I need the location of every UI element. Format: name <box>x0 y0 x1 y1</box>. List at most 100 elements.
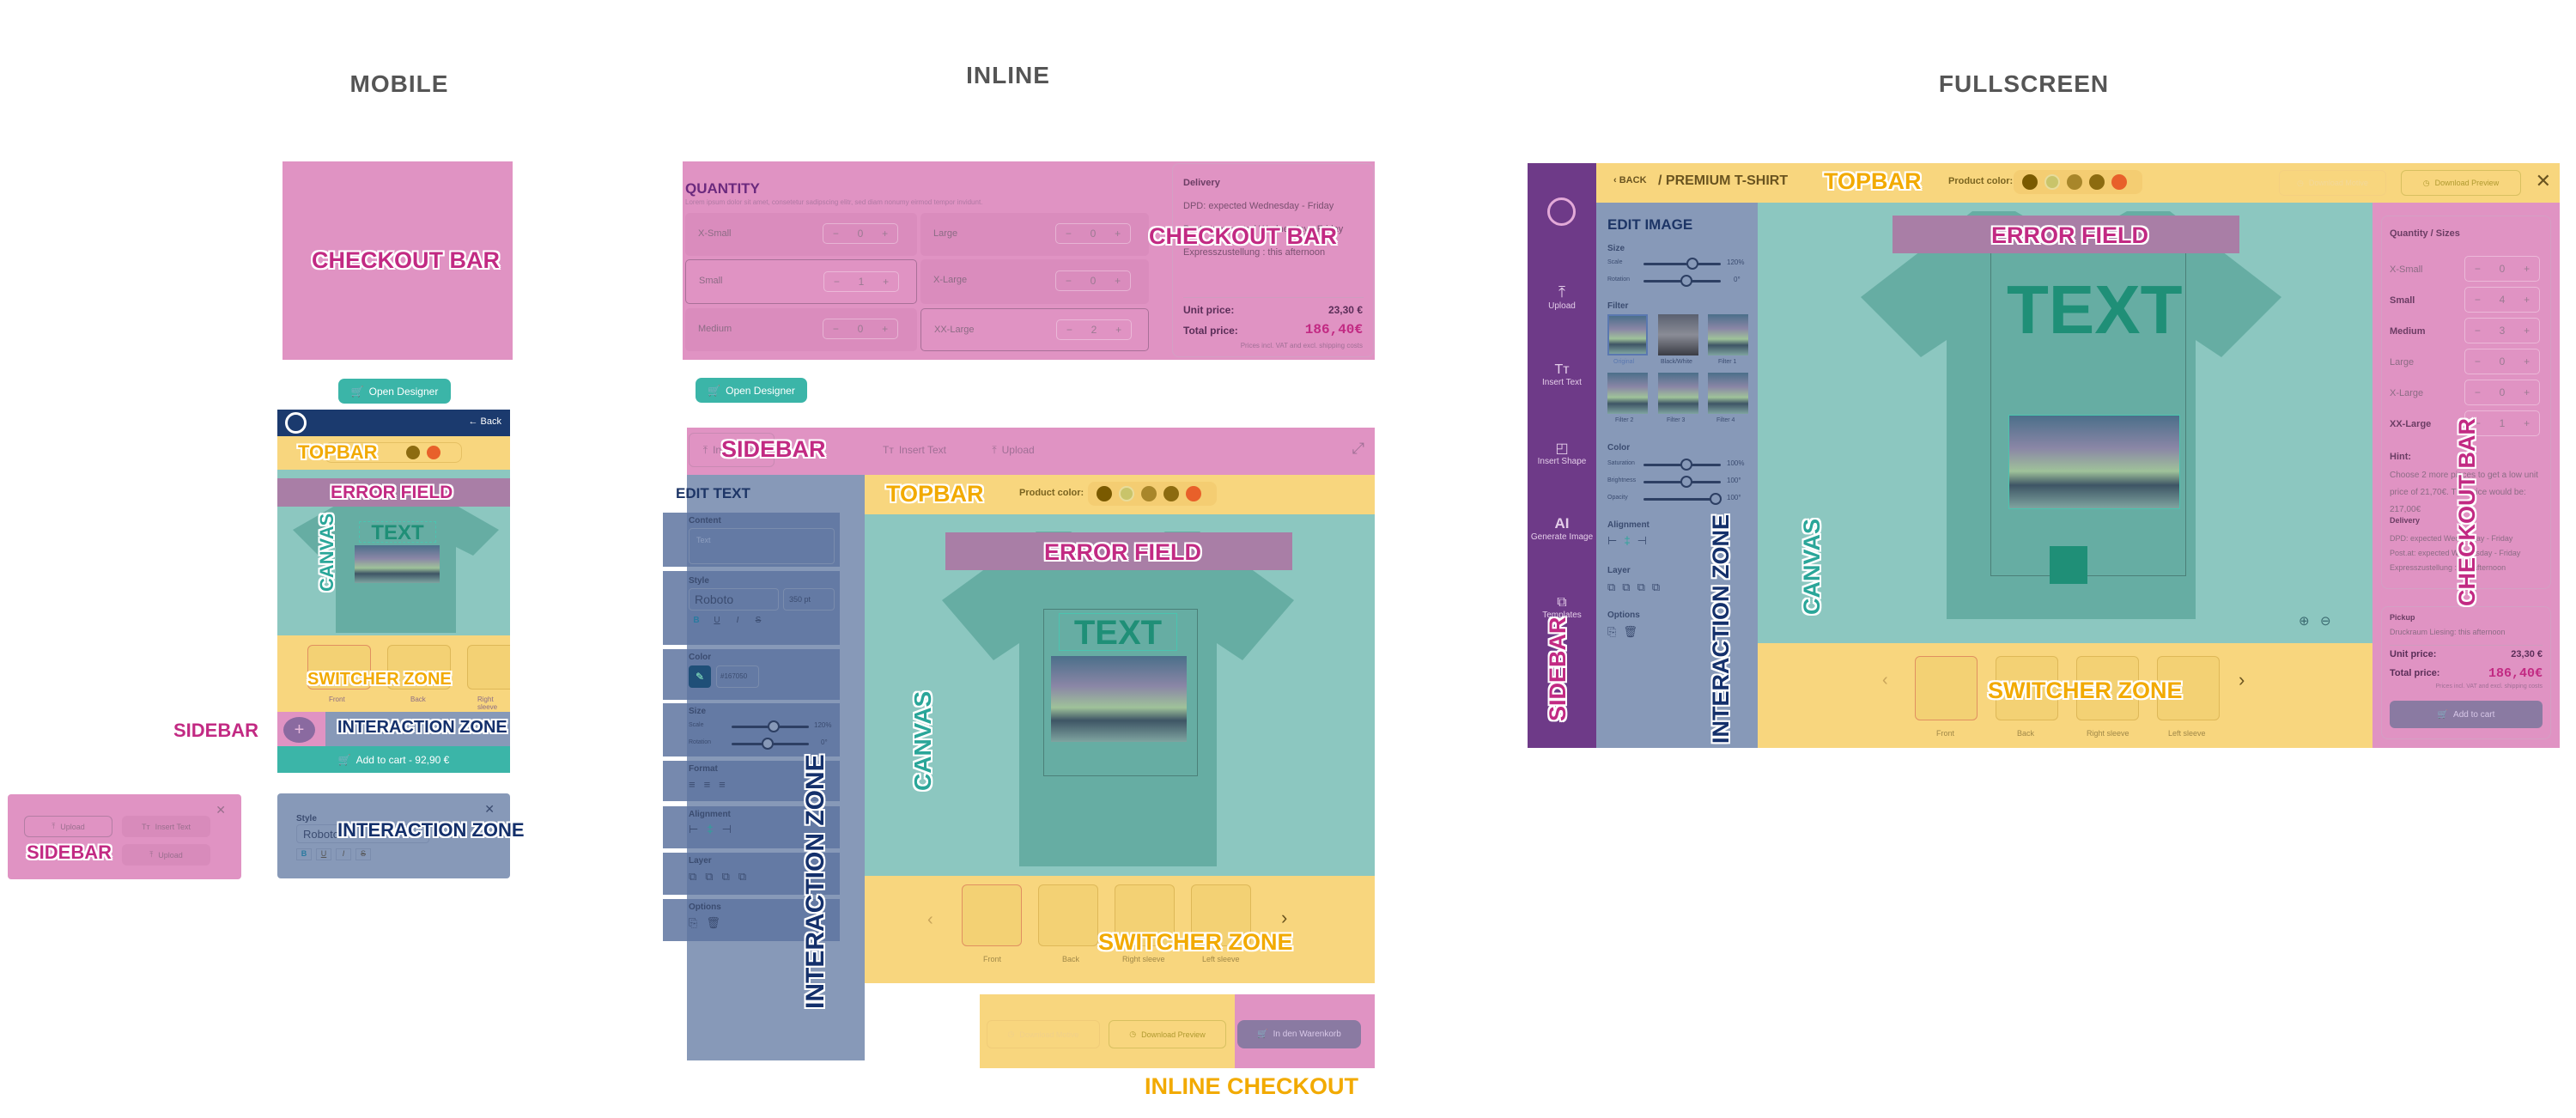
canvas-text-object[interactable]: TEXT <box>1059 613 1177 652</box>
canvas-text-object[interactable]: TEXT <box>359 521 436 544</box>
strikethrough-button[interactable]: S <box>355 848 371 860</box>
italic-button[interactable]: I <box>730 616 745 629</box>
insert-text-button[interactable]: Tт Insert Text <box>122 816 210 837</box>
next-arrow-icon[interactable]: › <box>2239 669 2245 691</box>
canvas-image-object[interactable] <box>1051 656 1187 742</box>
quantity-stepper[interactable]: −1 + <box>823 271 899 292</box>
view-thumb-back[interactable] <box>1038 884 1098 946</box>
sidebar-item-upload[interactable]: ⤒ Upload <box>1528 283 1596 311</box>
alignment-icons[interactable]: ⊢‡⊣ <box>1607 534 1654 548</box>
alignment-icons[interactable]: ⊢‡⊣ <box>689 823 740 836</box>
swatch[interactable] <box>2111 174 2127 190</box>
options-icons[interactable]: ⎘🗑 <box>689 916 729 930</box>
quantity-stepper[interactable]: −2 + <box>1056 319 1132 340</box>
underline-button[interactable]: U <box>709 616 725 629</box>
quantity-stepper[interactable]: −0 + <box>2464 349 2540 374</box>
filter-thumb-filter-4[interactable] <box>1708 373 1748 414</box>
italic-button[interactable]: I <box>336 848 351 860</box>
underline-button[interactable]: U <box>316 848 331 860</box>
swatch[interactable] <box>1097 486 1112 501</box>
prev-arrow-icon[interactable]: ‹ <box>1882 671 1888 690</box>
quantity-stepper[interactable]: −0 + <box>2464 380 2540 405</box>
content-input[interactable]: Text <box>689 528 835 564</box>
download-motive-button[interactable]: ◷ Download Motive <box>2279 170 2386 196</box>
font-select[interactable]: Roboto <box>689 588 779 611</box>
view-thumb-front[interactable] <box>962 884 1022 946</box>
view-thumb-right-sleeve[interactable] <box>467 645 510 690</box>
color-input[interactable]: #167050 <box>716 665 759 688</box>
quantity-stepper[interactable]: −0 + <box>1055 270 1131 291</box>
view-thumb-front[interactable] <box>1915 656 1978 720</box>
slider-handle[interactable] <box>1680 275 1692 287</box>
filter-thumb-filter-1[interactable] <box>1708 314 1748 355</box>
canvas-image-object[interactable] <box>355 545 440 583</box>
add-to-cart-button[interactable]: 🛒 In den Warenkorb <box>1237 1020 1361 1048</box>
sidebar-item-insert-text-2[interactable]: Tт Insert Text <box>872 436 957 464</box>
slider-handle[interactable] <box>768 720 780 732</box>
shape-icon: ◰ <box>1555 441 1569 456</box>
filter-thumb-black-white[interactable] <box>1658 314 1698 355</box>
canvas-text-object[interactable]: TEXT <box>2007 267 2182 353</box>
filter-thumb-filter-2[interactable] <box>1607 373 1648 414</box>
slider-handle[interactable] <box>1686 258 1698 270</box>
canvas-image-object[interactable] <box>2008 415 2180 509</box>
upload-button-2[interactable]: ⤒ Upload <box>122 844 210 866</box>
swatch[interactable] <box>2089 174 2105 190</box>
swatch[interactable] <box>2022 174 2038 190</box>
swatch[interactable] <box>427 446 440 459</box>
bold-button[interactable]: B <box>296 848 312 860</box>
sidebar-item-insert-shape[interactable]: ◰ Insert Shape <box>1528 440 1596 466</box>
sidebar-item-insert-text[interactable]: Tт Insert Text <box>1528 362 1596 387</box>
slider-handle[interactable] <box>1680 459 1692 471</box>
swatch-selected[interactable] <box>2044 174 2060 190</box>
strikethrough-button[interactable]: S <box>750 616 766 629</box>
canvas-shape-object[interactable] <box>2050 546 2087 584</box>
back-button[interactable]: ← Back <box>468 416 501 427</box>
scale-slider[interactable] <box>1643 263 1721 265</box>
close-icon[interactable]: ✕ <box>216 803 226 817</box>
sidebar-item-generate-image[interactable]: AI Generate Image <box>1528 515 1596 542</box>
upload-button[interactable]: ⤒ Upload <box>24 816 112 837</box>
swatch[interactable] <box>1141 486 1157 501</box>
open-designer-button[interactable]: 🛒 Open Designer <box>696 378 807 403</box>
quantity-stepper[interactable]: −0 + <box>2464 256 2540 282</box>
layer-icons[interactable]: ⧉⧉⧉⧉ <box>689 870 755 884</box>
eyedropper-icon[interactable]: ✎ <box>689 665 711 688</box>
add-to-cart-button[interactable]: 🛒 Add to cart <box>2390 701 2543 728</box>
open-designer-button[interactable]: 🛒 Open Designer <box>338 379 451 404</box>
quantity-stepper[interactable]: −4 + <box>2464 287 2540 313</box>
add-to-cart-button[interactable]: 🛒 Add to cart - 92,90 € <box>277 746 510 773</box>
text-align-icons[interactable]: ≡≡≡ <box>689 778 734 791</box>
close-icon[interactable]: ✕ <box>484 802 495 817</box>
download-preview-button[interactable]: ◷ Download Preview <box>2401 170 2521 196</box>
download-preview-button[interactable]: ◷ Download Preview <box>1109 1020 1226 1048</box>
swatch[interactable] <box>406 446 420 459</box>
back-button[interactable]: ‹ BACK <box>1613 175 1647 185</box>
swatch[interactable] <box>1163 486 1179 501</box>
options-icons[interactable]: ⎘🗑 <box>1607 625 1644 639</box>
download-motive-button[interactable]: ◷ Download Motive <box>987 1020 1100 1048</box>
slider-handle[interactable] <box>1710 493 1722 505</box>
layer-icons[interactable]: ⧉⧉⧉⧉ <box>1607 580 1667 594</box>
quantity-stepper[interactable]: −3 + <box>2464 318 2540 343</box>
swatch[interactable] <box>1186 486 1201 501</box>
filter-thumb-filter-3[interactable] <box>1658 373 1698 414</box>
slider-handle[interactable] <box>1680 476 1692 488</box>
zoom-out-icon[interactable]: ⊖ <box>2320 613 2331 629</box>
bold-button[interactable]: B <box>689 616 704 629</box>
quantity-stepper[interactable]: −0 + <box>823 319 898 339</box>
quantity-stepper[interactable]: −0 + <box>823 223 898 244</box>
swatch[interactable] <box>2067 174 2082 190</box>
close-icon[interactable]: ✕ <box>2536 170 2551 192</box>
sidebar-item-upload[interactable]: ⤒ Upload <box>970 436 1056 464</box>
quantity-stepper[interactable]: −0 + <box>1055 223 1131 244</box>
swatch-selected[interactable] <box>1119 486 1134 501</box>
font-size-input[interactable]: 350 pt <box>783 588 835 611</box>
fullscreen-icon[interactable]: ⤢ <box>1352 440 1364 458</box>
zoom-in-icon[interactable]: ⊕ <box>2299 613 2310 629</box>
slider-handle[interactable] <box>762 738 774 750</box>
filter-thumb-original[interactable] <box>1607 314 1648 355</box>
next-arrow-icon[interactable]: › <box>1281 907 1287 929</box>
add-button[interactable]: + <box>283 717 315 743</box>
prev-arrow-icon[interactable]: ‹ <box>927 910 933 930</box>
